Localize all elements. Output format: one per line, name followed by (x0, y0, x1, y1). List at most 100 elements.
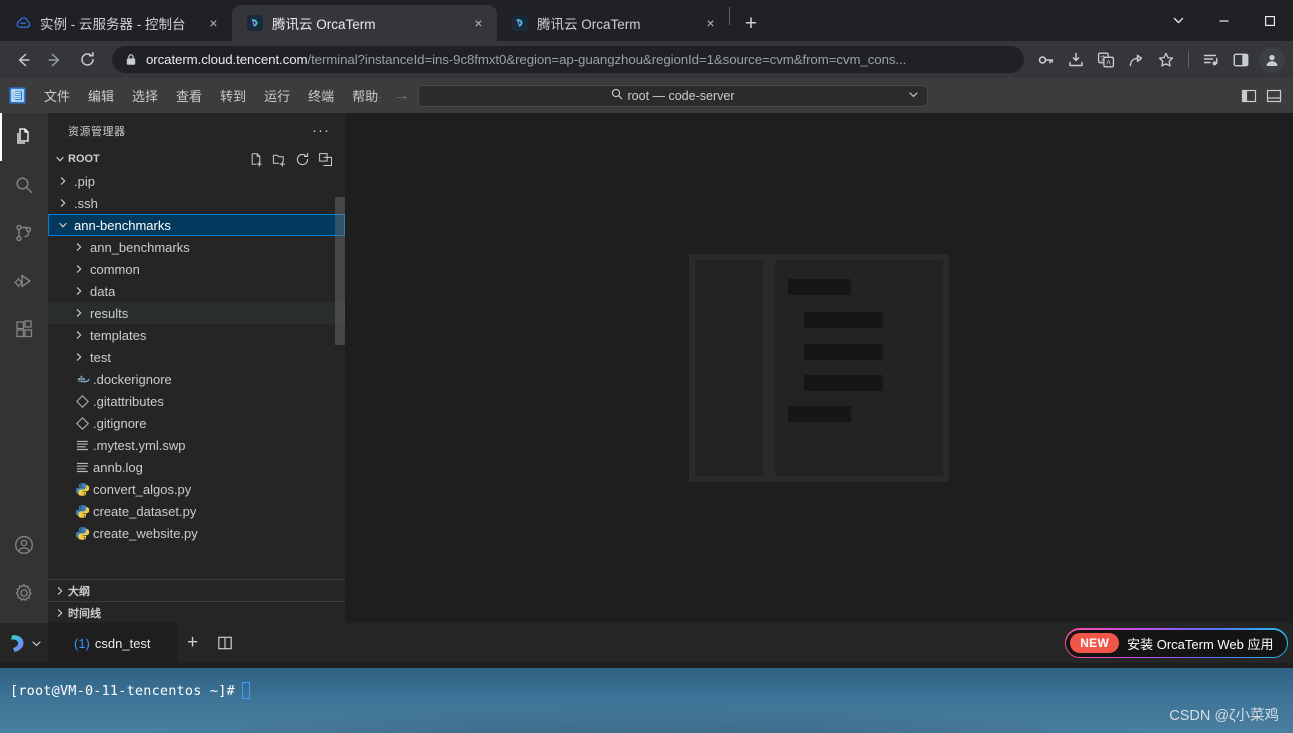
menu-item-terminal[interactable]: 终端 (299, 85, 343, 107)
tree-row-label: data (90, 283, 116, 299)
outline-section-header[interactable]: 大纲 (48, 579, 345, 601)
menu-item-run[interactable]: 运行 (255, 85, 299, 107)
chevron-down-icon[interactable] (56, 219, 70, 231)
new-terminal-label: + (186, 632, 199, 653)
new-file-icon[interactable] (248, 151, 264, 167)
quick-input-bar[interactable]: root — code-server (417, 84, 928, 107)
tree-row[interactable]: create_dataset.py (48, 500, 345, 522)
share-icon[interactable] (1122, 46, 1150, 74)
tree-row[interactable]: results (48, 302, 345, 324)
sidebar-item-source-control[interactable] (0, 209, 48, 257)
chevron-down-icon[interactable] (31, 638, 42, 649)
new-tab-button[interactable]: + (736, 8, 766, 38)
terminal-tab-csdn-test[interactable]: (1) csdn_test (48, 623, 177, 663)
git-icon (72, 416, 92, 431)
toggle-panel-icon[interactable] (1263, 85, 1285, 107)
menu-item-file[interactable]: 文件 (35, 85, 79, 107)
orcaterm-logo-icon[interactable] (0, 632, 48, 655)
chevron-right-icon[interactable] (72, 263, 86, 275)
account-icon[interactable] (0, 521, 48, 569)
tab-close-icon[interactable]: × (205, 15, 222, 32)
tree-row[interactable]: test (48, 346, 345, 368)
collapse-all-icon[interactable] (317, 151, 333, 167)
install-orcaterm-web-app-banner[interactable]: NEW 安装 OrcaTerm Web 应用 (1064, 628, 1288, 658)
sidebar-item-explorer[interactable] (0, 113, 48, 161)
tree-row-label: create_dataset.py (93, 503, 197, 519)
chevron-down-icon[interactable] (908, 89, 919, 103)
new-folder-icon[interactable] (271, 151, 287, 167)
download-icon[interactable] (1062, 46, 1090, 74)
tree-row[interactable]: common (48, 258, 345, 280)
menu-item-edit[interactable]: 编辑 (79, 85, 123, 107)
translate-icon[interactable]: 文A (1092, 46, 1120, 74)
browser-tab-1[interactable]: 腾讯云 OrcaTerm × (232, 5, 497, 41)
tree-row[interactable]: convert_algos.py (48, 478, 345, 500)
sidebar-item-extensions[interactable] (0, 305, 48, 353)
vscode-logo-icon (0, 87, 35, 104)
chevron-right-icon[interactable] (72, 307, 86, 319)
tree-row[interactable]: create_website.py (48, 522, 345, 544)
tree-row-label: common (90, 261, 140, 277)
maximize-button[interactable] (1247, 0, 1293, 41)
python-icon (72, 504, 92, 519)
tree-row[interactable]: .gitattributes (48, 390, 345, 412)
chevron-right-icon[interactable] (56, 197, 70, 209)
menu-item-selection[interactable]: 选择 (123, 85, 167, 107)
profile-avatar-icon[interactable] (1259, 46, 1285, 73)
bookmark-star-icon[interactable] (1152, 46, 1180, 74)
csdn-watermark: CSDN @ζ小菜鸡 (1169, 708, 1279, 724)
explorer-sidebar: 资源管理器 ··· ROOT .pip .ssh ann-benchmarks … (48, 113, 345, 623)
browser-tab-0[interactable]: 实例 - 云服务器 - 控制台 × (0, 5, 232, 41)
tab-close-icon[interactable]: × (702, 15, 719, 32)
text-icon (72, 438, 92, 453)
tree-row[interactable]: .dockerignore (48, 368, 345, 390)
vscode-body: 资源管理器 ··· ROOT .pip .ssh ann-benchmarks … (0, 113, 1293, 623)
chevron-right-icon[interactable] (56, 175, 70, 187)
explorer-root-section-header[interactable]: ROOT (48, 148, 345, 170)
tree-row[interactable]: .ssh (48, 192, 345, 214)
sidebar-more-actions[interactable]: ··· (312, 123, 337, 138)
toggle-primary-sidebar-icon[interactable] (1238, 85, 1260, 107)
forward-icon[interactable] (40, 45, 70, 75)
reading-list-icon[interactable] (1197, 46, 1225, 74)
tree-row[interactable]: templates (48, 324, 345, 346)
terminal-output-area[interactable]: [root@VM-0-11-tencentos ~]# CSDN @ζ小菜鸡 (0, 668, 1293, 733)
tree-row[interactable]: .gitignore (48, 412, 345, 434)
sidebar-item-run-debug[interactable] (0, 257, 48, 305)
chevron-right-icon[interactable] (72, 329, 86, 341)
back-icon[interactable] (8, 45, 38, 75)
orcaterm-icon (511, 15, 528, 32)
tree-row-label: .mytest.yml.swp (93, 437, 186, 453)
editor-back-icon[interactable]: ← (366, 86, 386, 106)
gear-icon[interactable] (0, 569, 48, 617)
tree-scrollbar[interactable] (335, 197, 345, 345)
tree-row[interactable]: .pip (48, 170, 345, 192)
tree-row-label: convert_algos.py (93, 481, 192, 497)
sidebar-item-search[interactable] (0, 161, 48, 209)
side-panel-icon[interactable] (1227, 46, 1255, 74)
timeline-section-header[interactable]: 时间线 (48, 601, 345, 623)
new-terminal-button[interactable]: + (177, 623, 209, 663)
orcaterm-icon (246, 15, 263, 32)
chevron-right-icon[interactable] (72, 285, 86, 297)
tree-row[interactable]: ann-benchmarks (48, 214, 345, 236)
menu-item-go[interactable]: 转到 (211, 85, 255, 107)
chevron-right-icon[interactable] (72, 241, 86, 253)
browser-tab-2[interactable]: 腾讯云 OrcaTerm × (497, 5, 729, 41)
minimize-button[interactable] (1201, 0, 1247, 41)
editor-forward-icon[interactable]: → (392, 86, 412, 106)
tab-close-icon[interactable]: × (470, 15, 487, 32)
tree-row[interactable]: ann_benchmarks (48, 236, 345, 258)
menu-item-view[interactable]: 查看 (167, 85, 211, 107)
tree-row[interactable]: .mytest.yml.swp (48, 434, 345, 456)
tree-row[interactable]: annb.log (48, 456, 345, 478)
tree-row[interactable]: data (48, 280, 345, 302)
address-bar[interactable]: orcaterm.cloud.tencent.com/terminal?inst… (112, 46, 1024, 73)
refresh-icon[interactable] (294, 151, 310, 167)
chevron-right-icon[interactable] (72, 351, 86, 363)
reload-icon[interactable] (72, 45, 102, 75)
tab-search-chevron-icon[interactable] (1155, 0, 1201, 41)
key-icon[interactable] (1032, 46, 1060, 74)
file-tree[interactable]: .pip .ssh ann-benchmarks ann_benchmarkscomm… (48, 170, 345, 579)
split-editor-icon[interactable] (209, 623, 241, 663)
